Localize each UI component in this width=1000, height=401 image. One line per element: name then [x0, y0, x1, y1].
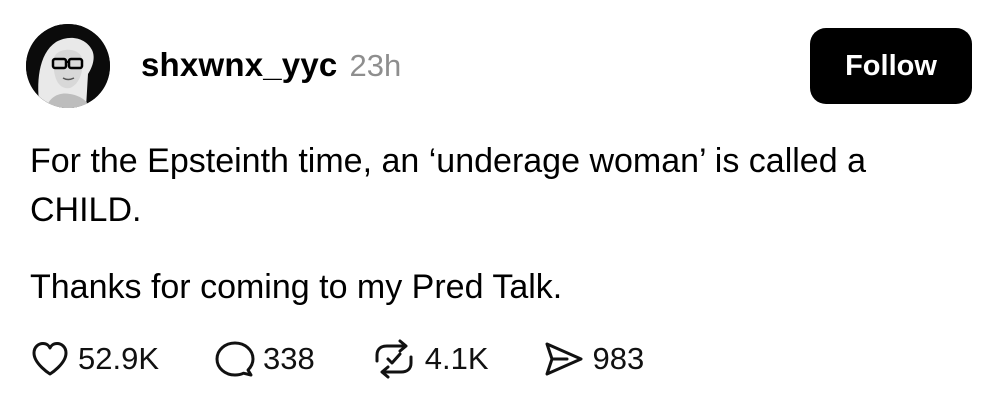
heart-icon: [30, 340, 70, 378]
username-link[interactable]: shxwnx_yyc: [141, 46, 337, 84]
avatar-photo: [26, 24, 110, 108]
repost-button[interactable]: 4.1K: [371, 339, 489, 379]
reply-button[interactable]: 338: [215, 340, 315, 378]
share-count: 983: [592, 341, 645, 376]
share-button[interactable]: 983: [543, 340, 645, 378]
post-text-paragraph-1: For the Epsteinth time, an ‘underage wom…: [30, 142, 866, 229]
thread-post: shxwnx_yyc 23h Follow For the Epsteinth …: [0, 0, 1000, 401]
post-body: For the Epsteinth time, an ‘underage wom…: [30, 137, 970, 312]
send-icon: [543, 340, 585, 378]
follow-button[interactable]: Follow: [810, 28, 972, 104]
avatar[interactable]: [26, 24, 110, 108]
repost-icon: [371, 339, 417, 379]
like-count: 52.9K: [78, 341, 160, 376]
repost-count: 4.1K: [424, 341, 489, 376]
reply-count: 338: [263, 341, 315, 376]
comment-bubble-icon: [215, 340, 255, 378]
like-button[interactable]: 52.9K: [30, 340, 159, 378]
post-header: shxwnx_yyc 23h: [141, 46, 401, 84]
post-timestamp[interactable]: 23h: [349, 48, 401, 84]
post-text-paragraph-2: Thanks for coming to my Pred Talk.: [30, 268, 563, 306]
post-actions: 52.9K 338 4.1K 983: [30, 337, 644, 381]
